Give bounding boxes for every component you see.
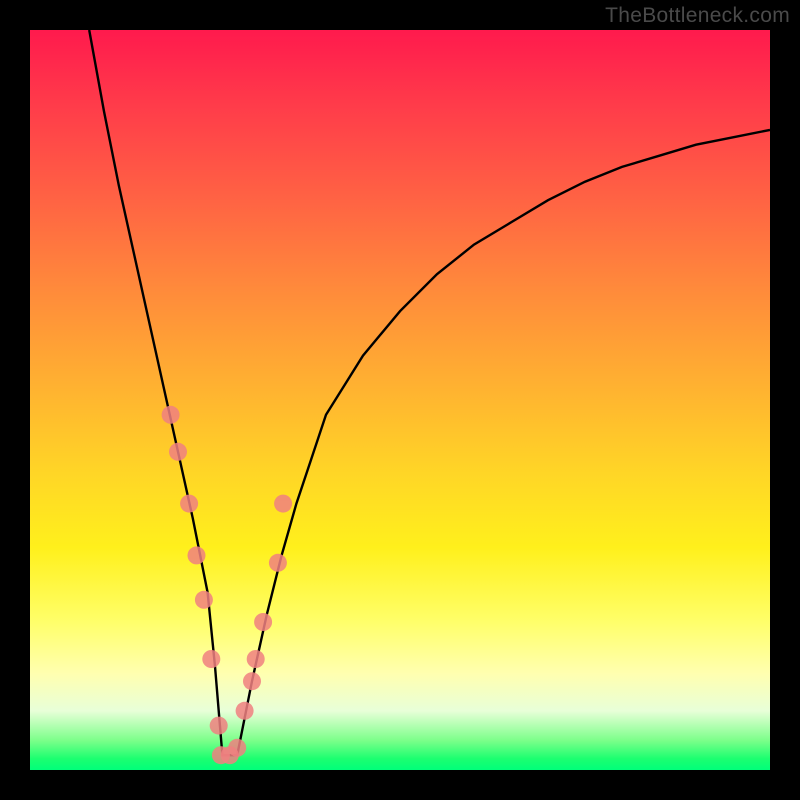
sample-marker bbox=[169, 443, 187, 461]
plot-area bbox=[30, 30, 770, 770]
chart-container: TheBottleneck.com bbox=[0, 0, 800, 800]
sample-marker bbox=[243, 672, 261, 690]
sample-marker bbox=[162, 406, 180, 424]
sample-marker bbox=[236, 702, 254, 720]
sample-markers-group bbox=[162, 406, 293, 764]
sample-marker bbox=[247, 650, 265, 668]
sample-marker bbox=[180, 495, 198, 513]
bottleneck-curve-path bbox=[89, 30, 770, 755]
sample-marker bbox=[210, 717, 228, 735]
sample-marker bbox=[254, 613, 272, 631]
curve-svg bbox=[30, 30, 770, 770]
sample-marker bbox=[269, 554, 287, 572]
sample-marker bbox=[195, 591, 213, 609]
sample-marker bbox=[202, 650, 220, 668]
watermark-text: TheBottleneck.com bbox=[605, 4, 790, 28]
sample-marker bbox=[274, 495, 292, 513]
sample-marker bbox=[228, 739, 246, 757]
sample-marker bbox=[188, 546, 206, 564]
